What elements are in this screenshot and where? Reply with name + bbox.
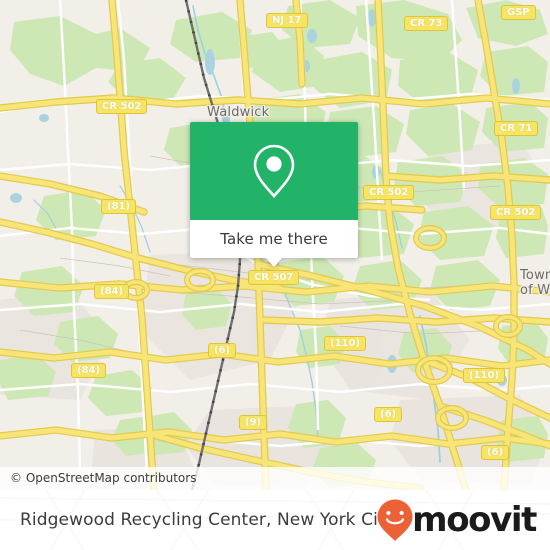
shield-84-a: (84)	[94, 284, 130, 299]
popup-image-panel	[190, 122, 358, 220]
moovit-brand-logo: moovit	[376, 498, 537, 542]
shield-6-c: (6)	[481, 445, 510, 460]
osm-attribution[interactable]: © OpenStreetMap contributors	[0, 467, 550, 490]
map-canvas[interactable]: Waldwick Town of Wash NJ 17 CR 73 GSP CR…	[0, 0, 550, 490]
moovit-smiling-pin-icon	[377, 499, 413, 541]
shield-cr-502-a: CR 502	[96, 99, 148, 114]
shield-6-a: (6)	[208, 343, 237, 358]
shield-cr-502-b: CR 502	[363, 185, 415, 200]
shield-9: (9)	[239, 415, 268, 430]
shield-81: (81)	[101, 199, 137, 214]
bottom-info-bar: Ridgewood Recycling Center, New York Cit…	[0, 490, 550, 550]
shield-cr-73: CR 73	[404, 16, 449, 31]
popup-footer[interactable]: Take me there	[190, 220, 358, 267]
moovit-map-screenshot: Waldwick Town of Wash NJ 17 CR 73 GSP CR…	[0, 0, 550, 550]
popup-pointer-tail	[265, 257, 283, 267]
shield-6-b: (6)	[374, 407, 403, 422]
location-popup-card[interactable]: Take me there	[190, 122, 358, 267]
shield-cr-507: CR 507	[248, 270, 300, 285]
shield-84-b: (84)	[71, 363, 107, 378]
map-pin-icon	[253, 144, 295, 198]
moovit-wordmark: moovit	[412, 500, 537, 540]
shield-110-b: (110)	[463, 368, 506, 383]
shield-110-a: (110)	[324, 336, 367, 351]
take-me-there-button[interactable]: Take me there	[220, 230, 328, 248]
shield-nj-17: NJ 17	[266, 13, 308, 28]
shield-cr-71: CR 71	[494, 121, 539, 136]
shield-cr-502-c: CR 502	[490, 205, 542, 220]
page-title: Ridgewood Recycling Center, New York Cit…	[20, 510, 395, 530]
shield-gsp: GSP	[501, 5, 536, 20]
